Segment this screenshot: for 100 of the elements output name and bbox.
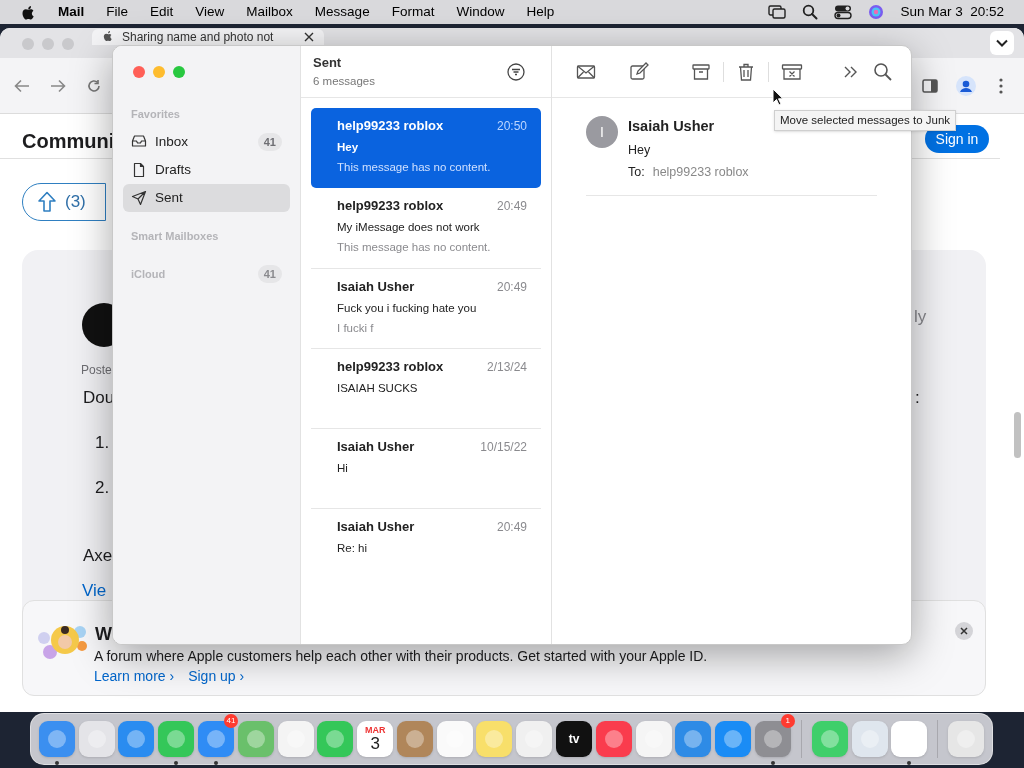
message-preview: This message has no content. bbox=[337, 239, 492, 255]
sidebar-item[interactable]: Inbox 41 bbox=[123, 128, 290, 156]
message-row[interactable]: Isaiah Usher 10/15/22 Hi bbox=[311, 428, 541, 508]
window-control[interactable] bbox=[153, 66, 165, 78]
to-label: To: bbox=[628, 163, 645, 181]
app-icon[interactable] bbox=[38, 721, 75, 757]
app-icon[interactable] bbox=[476, 721, 513, 757]
forward-arrow-icon[interactable] bbox=[50, 79, 66, 93]
notification-badge: 41 bbox=[223, 714, 238, 728]
app-icon[interactable] bbox=[277, 721, 314, 757]
clock: Sun Mar 3 20:52 bbox=[900, 2, 1004, 21]
app-menu[interactable]: Mail bbox=[58, 1, 85, 23]
banner-link[interactable]: Learn more › bbox=[94, 666, 175, 687]
app-icon[interactable] bbox=[754, 721, 791, 757]
banner-title: W bbox=[95, 623, 112, 646]
message-subject: Hey bbox=[628, 141, 652, 159]
more-menu-icon[interactable] bbox=[999, 78, 1003, 94]
message-row[interactable]: Isaiah Usher 20:49 Re: hi bbox=[311, 508, 541, 588]
window-control[interactable] bbox=[62, 38, 74, 50]
trash-icon[interactable] bbox=[736, 61, 756, 82]
app-icon[interactable]: tv bbox=[556, 721, 593, 757]
message-subject: Fuck you i fucking hate you bbox=[337, 300, 478, 316]
sender-name: Isaiah Usher bbox=[337, 438, 415, 456]
window-control[interactable] bbox=[22, 38, 34, 50]
siri-icon[interactable] bbox=[868, 4, 885, 20]
reload-icon[interactable] bbox=[87, 79, 101, 93]
message-time: 20:50 bbox=[496, 117, 527, 135]
post-text: Axe bbox=[83, 545, 113, 567]
close-icon[interactable] bbox=[304, 32, 314, 42]
view-link[interactable]: Vie bbox=[82, 582, 107, 599]
sidebar-item[interactable]: Sent bbox=[123, 184, 290, 212]
app-icon[interactable] bbox=[851, 721, 888, 757]
sidebar-item[interactable]: Drafts bbox=[123, 156, 290, 184]
app-icon[interactable] bbox=[396, 721, 433, 757]
close-icon bbox=[960, 627, 968, 635]
app-icon[interactable] bbox=[675, 721, 712, 757]
back-arrow-icon[interactable] bbox=[14, 79, 30, 93]
message-subject: ISAIAH SUCKS bbox=[337, 380, 419, 396]
message-subject: Re: hi bbox=[337, 540, 369, 556]
app-icon[interactable] bbox=[948, 721, 985, 757]
app-icon[interactable]: MAR 3 bbox=[357, 721, 394, 757]
message-row[interactable]: help99233 roblox 2/13/24 ISAIAH SUCKS bbox=[311, 348, 541, 428]
app-icon[interactable] bbox=[811, 721, 848, 757]
message-subject: My iMessage does not work bbox=[337, 219, 481, 235]
browser-tab[interactable]: Sharing name and photo not bbox=[92, 29, 324, 45]
app-icon[interactable] bbox=[635, 721, 672, 757]
profile-icon[interactable] bbox=[956, 76, 976, 96]
app-icon[interactable] bbox=[78, 721, 115, 757]
app-icon[interactable] bbox=[715, 721, 752, 757]
app-icon[interactable] bbox=[317, 721, 354, 757]
window-control[interactable] bbox=[42, 38, 54, 50]
menu-item[interactable]: Format bbox=[391, 1, 435, 23]
menu-item[interactable]: Message bbox=[314, 1, 370, 23]
paper-plane-icon bbox=[131, 190, 147, 206]
banner-text: A forum where Apple customers help each other with their products. Get started with your Apple ID. bbox=[94, 647, 708, 666]
search-icon[interactable] bbox=[802, 4, 819, 20]
recipient: help99233 roblox bbox=[652, 163, 749, 181]
section-header: Favorites bbox=[131, 106, 180, 122]
tab-list-button[interactable] bbox=[990, 31, 1014, 55]
section-header: Smart Mailboxes bbox=[131, 228, 219, 244]
message-subject: Hi bbox=[337, 460, 349, 476]
app-icon[interactable] bbox=[158, 721, 195, 757]
message-row[interactable]: Isaiah Usher 20:49 Fuck you i fucking hate you I fucki f bbox=[311, 268, 541, 348]
app-icon[interactable] bbox=[516, 721, 553, 757]
document-icon bbox=[131, 162, 147, 178]
junk-box-icon[interactable] bbox=[781, 61, 803, 82]
sidebar-icon[interactable] bbox=[922, 79, 938, 93]
menu-item[interactable]: Mailbox bbox=[246, 1, 293, 23]
message-preview: This message has no content. bbox=[337, 159, 492, 175]
apple-logo-icon bbox=[102, 30, 114, 44]
menu-item[interactable]: Edit bbox=[150, 1, 174, 23]
window-control[interactable] bbox=[133, 66, 145, 78]
message-row[interactable]: help99233 roblox 20:50 Hey This message has no content. bbox=[311, 108, 541, 188]
app-icon[interactable] bbox=[595, 721, 632, 757]
apple-logo-icon[interactable] bbox=[20, 3, 36, 21]
message-time: 20:49 bbox=[496, 518, 527, 536]
banner-link[interactable]: Sign up › bbox=[188, 666, 245, 687]
page-heading: Communi bbox=[22, 129, 115, 154]
window-control[interactable] bbox=[173, 66, 185, 78]
app-icon[interactable] bbox=[198, 721, 234, 757]
list-number: 1. bbox=[95, 432, 110, 454]
message-time: 10/15/22 bbox=[480, 438, 527, 456]
screen-mirroring-icon[interactable] bbox=[768, 4, 787, 20]
tab-title: Sharing name and photo not bbox=[122, 30, 274, 44]
menu-item[interactable]: Help bbox=[526, 1, 555, 23]
filter-icon[interactable] bbox=[507, 62, 525, 81]
compose-icon[interactable] bbox=[629, 61, 649, 82]
app-icon[interactable] bbox=[891, 721, 928, 757]
message-time: 20:49 bbox=[496, 278, 527, 296]
menu-item[interactable]: Window bbox=[456, 1, 505, 23]
search-icon[interactable] bbox=[873, 61, 893, 82]
app-icon[interactable] bbox=[237, 721, 274, 757]
menu-item[interactable]: View bbox=[195, 1, 225, 23]
app-icon[interactable] bbox=[436, 721, 473, 757]
message-row[interactable]: help99233 roblox 20:49 My iMessage does not work This message has no content. bbox=[311, 188, 541, 268]
menu-item[interactable]: File bbox=[106, 1, 129, 23]
scrollbar-thumb[interactable] bbox=[1014, 412, 1021, 458]
control-center-icon[interactable] bbox=[834, 4, 853, 20]
archive-box-icon[interactable] bbox=[691, 61, 711, 82]
app-icon[interactable] bbox=[118, 721, 155, 757]
